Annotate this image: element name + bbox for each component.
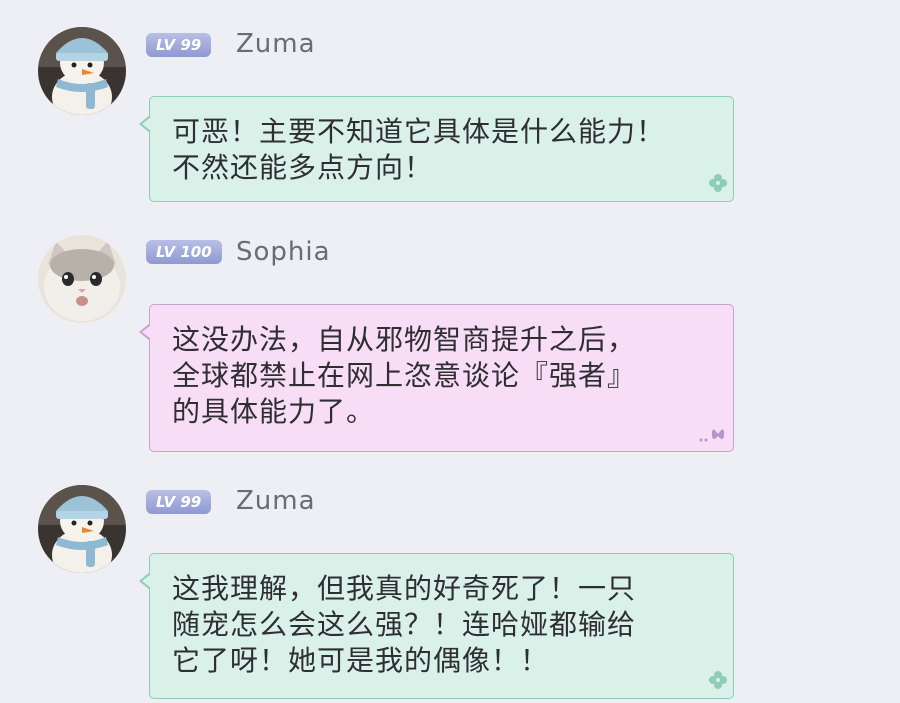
snowman-avatar[interactable] [38,485,126,573]
message-bubble[interactable]: 可恶！主要不知道它具体是什么能力！ 不然还能多点方向！ [139,96,734,202]
message-line: 这没办法，自从邪物智商提升之后， [172,323,637,356]
level-badge: LV 99 [146,490,212,514]
butterfly-icon [699,424,729,448]
message-line: 不然还能多点方向！ [172,151,434,184]
level-badge: LV 99 [146,33,212,57]
message-line: 的具体能力了。 [172,395,376,428]
username[interactable]: Zuma [236,486,316,516]
message-line: 这我理解，但我真的好奇死了！一只 [172,572,637,605]
level-badge: LV 100 [146,240,222,264]
message-line: 可恶！主要不知道它具体是什么能力！ [172,115,666,148]
snowman-avatar[interactable] [38,27,126,115]
message-bubble[interactable]: 这没办法，自从邪物智商提升之后， 全球都禁止在网上恣意谈论『强者』 的具体能力了… [139,304,734,452]
message-bubble[interactable]: 这我理解，但我真的好奇死了！一只 随宠怎么会这么强？！连哈娅都输给 它了呀！她可… [139,553,734,699]
clover-icon [707,172,729,198]
clover-icon [707,669,729,695]
message-line: 随宠怎么会这么强？！连哈娅都输给 [172,608,637,641]
username[interactable]: Sophia [236,237,331,267]
message-line: 它了呀！她可是我的偶像！！ [172,644,550,677]
cat-avatar[interactable] [38,235,126,323]
username[interactable]: Zuma [236,29,316,59]
message-line: 全球都禁止在网上恣意谈论『强者』 [172,359,637,392]
